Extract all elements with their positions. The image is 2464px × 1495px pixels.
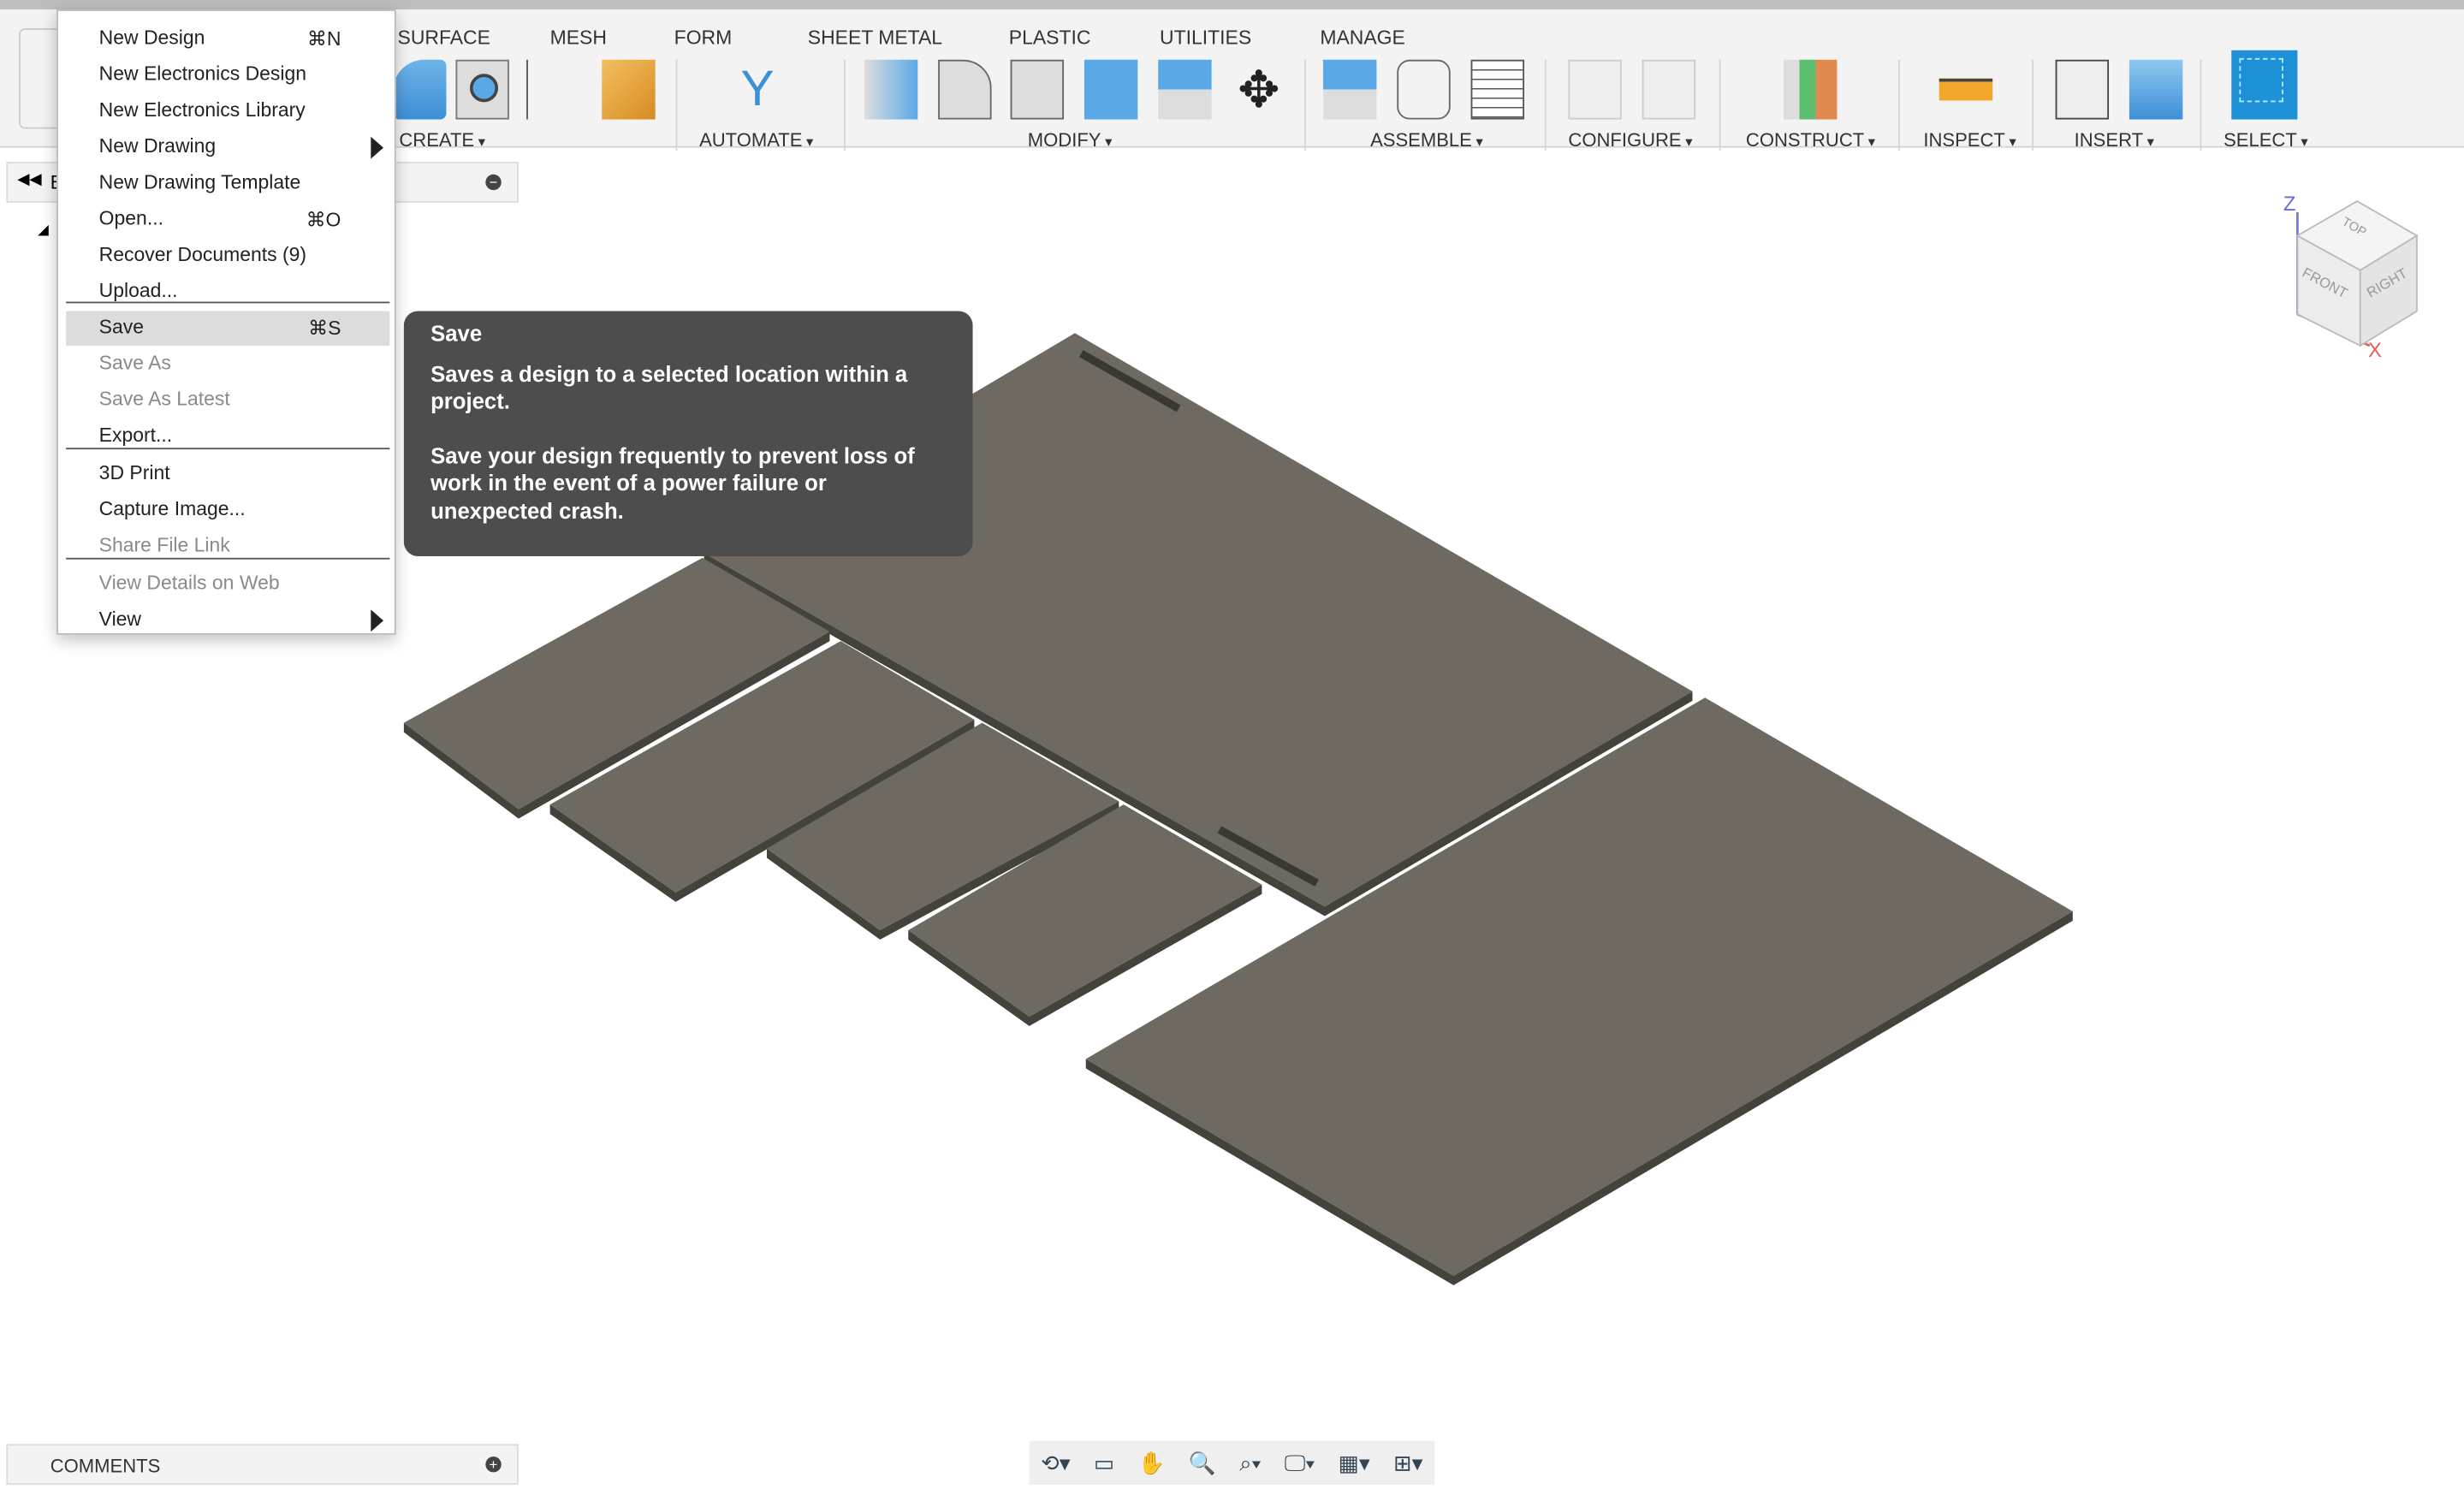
fit-icon[interactable]: ⌕▾ [1239,1450,1261,1476]
menu-item: View Details on Web [66,567,389,602]
navigation-bar: ⟲▾ ▭ ✋ 🔍 ⌕▾ 🖵▾ ▦▾ ⊞▾ [1029,1440,1435,1486]
tooltip-description: Saves a design to a selected location wi… [430,360,908,413]
menu-item-label: View [98,608,142,631]
tooltip-title: Save [430,320,483,346]
menu-item: Save As Latest [66,383,389,418]
menu-item-label: New Electronics Design [98,62,307,86]
menu-item-label: New Drawing [98,134,217,157]
grid-icon[interactable]: ▦▾ [1339,1450,1370,1476]
menu-item-label: Share File Link [98,534,230,556]
menu-item-label: Recover Documents (9) [98,243,307,266]
display-settings-icon[interactable]: 🖵▾ [1285,1450,1315,1476]
save-tooltip: Save Saves a design to a selected locati… [403,311,973,556]
file-menu: New Design ⌘N New Electronics Design New El… [56,9,396,635]
menu-item[interactable]: Save ⌘S [66,311,390,346]
menu-item-label: Export... [98,424,173,447]
submenu-arrow-icon [371,136,384,159]
menu-item-label: New Electronics Library [98,98,306,122]
menu-item[interactable]: New Drawing Template [66,167,389,201]
menu-item-label: New Drawing Template [98,171,301,193]
comments-label: COMMENTS [50,1455,161,1477]
menu-item[interactable]: Open... ⌘O [66,203,389,237]
expand-comments-icon[interactable]: + [485,1456,502,1473]
menu-item: Save As [66,347,389,382]
menu-item[interactable]: Recover Documents (9) [66,239,389,273]
view-cube[interactable]: TOP FRONT RIGHT Z X [2278,188,2427,361]
menu-item-label: Save As Latest [98,388,230,411]
shortcut-label: ⌘S [308,317,341,340]
tooltip-advice: Save your design frequently to prevent l… [430,442,915,523]
comments-panel[interactable]: COMMENTS + [6,1444,519,1486]
axis-z-label: Z [2283,192,2296,216]
submenu-arrow-icon [371,609,384,632]
shortcut-label: ⌘O [306,209,341,231]
look-at-icon[interactable]: ▭ [1094,1450,1114,1476]
menu-item-label: View Details on Web [98,572,280,595]
menu-separator [66,448,390,450]
pan-icon[interactable]: ✋ [1138,1450,1166,1476]
zoom-icon[interactable]: 🔍 [1189,1450,1216,1476]
menu-item-label: Save [98,316,145,338]
axis-x-label: X [2368,337,2382,362]
menu-separator [66,301,390,304]
menu-item-label: Capture Image... [98,498,246,520]
orbit-icon[interactable]: ⟲▾ [1041,1450,1070,1476]
menu-item[interactable]: New Design ⌘N [66,22,389,56]
menu-item-label: New Design [98,27,205,49]
menu-item[interactable]: New Drawing [66,130,389,164]
menu-separator [66,557,390,560]
menu-item-label: 3D Print [98,461,170,484]
menu-item[interactable]: New Electronics Design [66,58,389,92]
menu-item-label: Save As [98,352,171,374]
menu-item[interactable]: New Electronics Library [66,94,389,128]
menu-item[interactable]: View [66,603,389,638]
viewports-icon[interactable]: ⊞▾ [1393,1450,1422,1476]
menu-item[interactable]: Capture Image... [66,494,389,528]
menu-item[interactable]: Upload... [66,275,389,309]
menu-item-label: Open... [98,207,163,230]
menu-item-label: Upload... [98,279,178,302]
shortcut-label: ⌘N [306,28,341,50]
menu-item[interactable]: 3D Print [66,457,389,491]
